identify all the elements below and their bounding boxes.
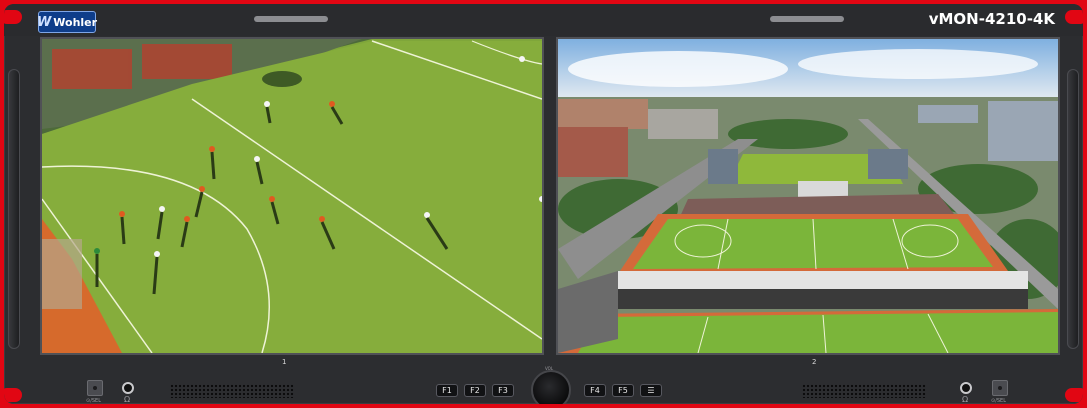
soccer-match-video	[42, 39, 542, 353]
rack-ear-top-left	[4, 10, 22, 24]
wohler-w-icon: W	[36, 14, 52, 30]
rack-ear-top-right	[1065, 10, 1083, 24]
select-label-right: ⊙/SEL	[991, 398, 1006, 404]
select-button-left[interactable]	[87, 380, 103, 396]
speaker-grille-right	[802, 384, 926, 398]
rack-handle-right[interactable]	[1067, 69, 1079, 349]
menu-icon: ☰	[647, 386, 655, 395]
select-label-left: ⊙/SEL	[86, 398, 101, 404]
video-screen-2[interactable]	[556, 37, 1060, 355]
headphone-icon-right: Ω	[962, 395, 969, 404]
control-strip: ⊙/SEL Ω F1 F2 F3 VOL F4 F5 ☰ Ω ⊙/SEL	[4, 366, 1083, 404]
f5-button[interactable]: F5	[612, 384, 634, 397]
model-name: vMON-4210-4K	[928, 10, 1055, 28]
f1-button[interactable]: F1	[436, 384, 458, 397]
channel-label-1: 1	[282, 358, 287, 366]
channel-label-2: 2	[812, 358, 817, 366]
headphone-jack-left[interactable]	[122, 382, 134, 394]
headphone-jack-right[interactable]	[960, 382, 972, 394]
f4-button[interactable]: F4	[584, 384, 606, 397]
monitor-front-panel: W Wohler vMON-4210-4K 1 2 ⊙/SEL Ω F1 F2 …	[4, 4, 1083, 404]
headphone-icon-left: Ω	[124, 395, 131, 404]
top-bar: W Wohler vMON-4210-4K	[4, 4, 1083, 36]
top-grip-right	[770, 16, 844, 22]
stadium-aerial-video	[558, 39, 1058, 353]
select-button-right[interactable]	[992, 380, 1008, 396]
f2-button[interactable]: F2	[464, 384, 486, 397]
speaker-grille-left	[170, 384, 294, 398]
video-screen-1[interactable]	[40, 37, 544, 355]
rack-handle-left[interactable]	[8, 69, 20, 349]
brand-logo: W Wohler	[36, 11, 98, 33]
f3-button[interactable]: F3	[492, 384, 514, 397]
menu-button[interactable]: ☰	[640, 384, 662, 397]
top-grip-left	[254, 16, 328, 22]
volume-knob[interactable]	[531, 370, 571, 404]
brand-name: Wohler	[53, 15, 98, 29]
